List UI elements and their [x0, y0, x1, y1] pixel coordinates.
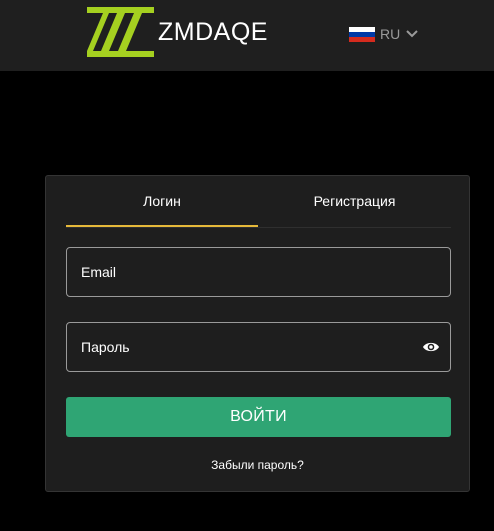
chevron-down-icon [406, 30, 418, 38]
email-field[interactable] [66, 247, 451, 297]
brand-name[interactable]: ZMDAQE [158, 17, 268, 47]
auth-card: Логин Регистрация ВОЙТИ Забыли пароль? [45, 175, 470, 492]
forgot-password-link[interactable]: Забыли пароль? [46, 458, 469, 472]
eye-icon[interactable] [422, 340, 440, 354]
tab-register[interactable]: Регистрация [258, 176, 451, 225]
language-code: RU [380, 26, 401, 42]
auth-tabs: Логин Регистрация [66, 176, 451, 228]
language-selector[interactable]: RU [349, 26, 418, 42]
zmdaqe-logo-icon[interactable] [87, 7, 154, 57]
tab-login[interactable]: Логин [66, 176, 258, 227]
top-bar: ZMDAQE RU [0, 0, 494, 71]
login-button[interactable]: ВОЙТИ [66, 397, 451, 437]
russia-flag-icon [349, 26, 375, 42]
password-field[interactable] [66, 322, 451, 372]
